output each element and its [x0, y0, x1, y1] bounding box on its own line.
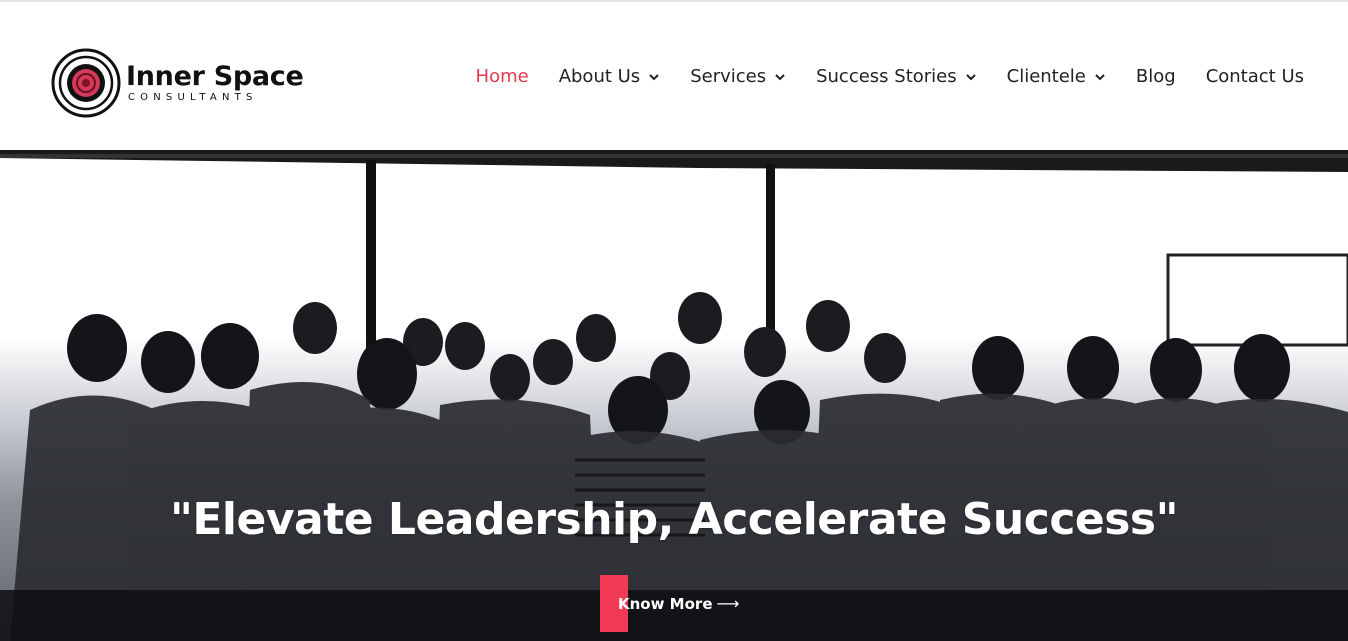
- nav-item-label: About Us: [558, 66, 641, 87]
- nav-item-clientele[interactable]: Clientele: [1007, 66, 1106, 87]
- nav-item-label: Clientele: [1006, 66, 1086, 87]
- hero-banner: "Elevate Leadership, Accelerate Success"…: [0, 150, 1348, 641]
- team-photo-image: [0, 150, 1348, 641]
- brand-tagline: CONSULTANTS: [128, 92, 258, 103]
- nav-item-label: Contact Us: [1205, 66, 1304, 87]
- know-more-button[interactable]: Know More ⟶: [600, 575, 739, 632]
- nav-item-about-us[interactable]: About Us: [559, 66, 661, 87]
- nav-item-home[interactable]: Home: [476, 66, 529, 87]
- chevron-down-icon: [965, 73, 976, 80]
- main-nav: Home About Us Services Success Stories C…: [446, 66, 1304, 87]
- brand-name: Inner Space: [126, 61, 304, 92]
- brand-logo[interactable]: Inner Space CONSULTANTS: [50, 47, 304, 122]
- nav-item-label: Success Stories: [816, 66, 957, 87]
- nav-item-label: Services: [690, 66, 767, 87]
- arrow-right-icon: ⟶: [716, 594, 740, 613]
- chevron-down-icon: [1095, 73, 1105, 80]
- cta-label: Know More: [618, 594, 713, 613]
- nav-item-label: Blog: [1135, 66, 1176, 87]
- nav-item-blog[interactable]: Blog: [1136, 66, 1176, 87]
- chevron-down-icon: [775, 73, 785, 80]
- nav-item-contact-us[interactable]: Contact Us: [1206, 66, 1304, 87]
- nav-item-success-stories[interactable]: Success Stories: [816, 66, 977, 87]
- chevron-down-icon: [649, 73, 659, 80]
- nav-item-services[interactable]: Services: [690, 66, 786, 87]
- hero-headline: "Elevate Leadership, Accelerate Success": [169, 494, 1179, 545]
- nav-item-label: Home: [475, 66, 529, 87]
- site-header: Inner Space CONSULTANTS Home About Us Se…: [0, 2, 1348, 150]
- logo-spiral-icon: [51, 48, 121, 118]
